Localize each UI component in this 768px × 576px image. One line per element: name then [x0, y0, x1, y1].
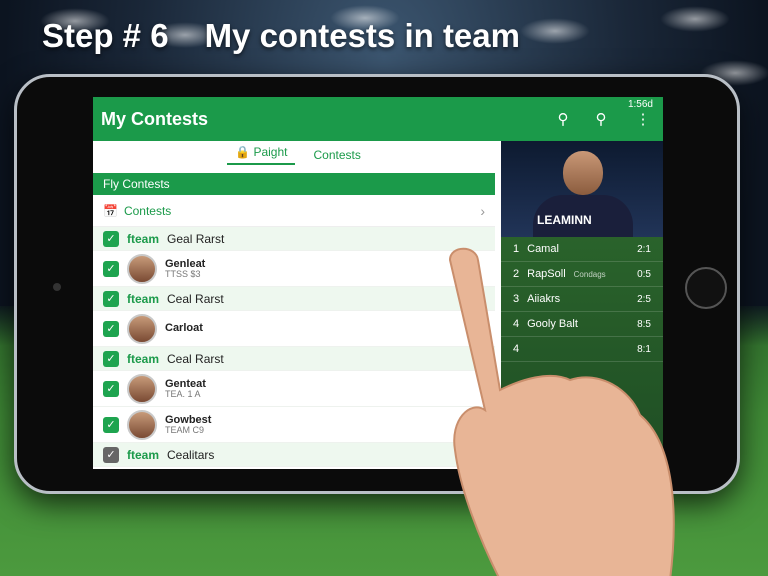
more-vert-icon[interactable]: ⋮: [633, 109, 653, 129]
avatar: [127, 253, 157, 284]
tab-bar: 🔒 Paight Contests: [93, 141, 495, 169]
tab-contests[interactable]: Contests: [313, 148, 360, 162]
contest-group-row[interactable]: ✓ fteam Geal Rarst: [93, 227, 495, 251]
contests-list-header[interactable]: 📅 Contests ›: [93, 195, 495, 227]
player-text: Gowbest TEAM C9: [165, 414, 211, 436]
checkbox[interactable]: ✓: [103, 320, 119, 337]
player-text: Genteat TEA. 1 A: [165, 378, 206, 400]
checkbox[interactable]: ✓: [103, 380, 119, 397]
player-name: Carloat: [165, 322, 203, 335]
chevron-right-icon: ›: [480, 202, 485, 219]
player-row[interactable]: ✓ Genteat TEA. 1 A: [93, 371, 495, 407]
search-icon[interactable]: ⚲: [591, 109, 611, 129]
tab-paight-label: Paight: [253, 145, 288, 159]
headline-title: My contests in team: [204, 17, 520, 54]
player-row[interactable]: ✓ Gowbest TEAM C9: [93, 407, 495, 443]
checkbox[interactable]: ✓: [103, 350, 119, 367]
player-text: Genleat TTSS $3: [165, 258, 205, 280]
section-header: Fly Contests: [93, 173, 495, 195]
checkbox[interactable]: ✓: [103, 290, 119, 307]
avatar: [127, 409, 157, 440]
player-sub: TEA. 1 A: [165, 388, 201, 399]
app-title: My Contests: [101, 109, 209, 129]
list-head-label: Contests: [123, 203, 172, 218]
avatar: [127, 313, 157, 344]
tab-paight[interactable]: 🔒 Paight: [227, 145, 296, 165]
calendar-icon: 📅: [103, 203, 118, 218]
headline: Step # 6 My contests in team: [42, 14, 748, 58]
team-logo: fteam: [127, 291, 160, 306]
team-logo: fteam: [127, 231, 160, 246]
contest-group-row[interactable]: ✓ fteam Ceal Rarst: [93, 287, 495, 311]
group-label: Ceal Rarst: [167, 351, 224, 366]
team-logo: fteam: [127, 447, 160, 462]
checkbox[interactable]: ✓: [103, 260, 119, 277]
hero-head: [563, 151, 603, 195]
player-sub: TTSS $3: [165, 268, 201, 279]
contest-group-row[interactable]: ✓ fteam Ceal Rarst: [93, 347, 495, 371]
hand-pointer: [448, 247, 675, 576]
home-button[interactable]: [685, 267, 727, 309]
player-text: Carloat: [165, 322, 203, 334]
player-name: Gowbest: [165, 413, 212, 426]
group-label: Cealitars: [167, 447, 215, 462]
search-icon[interactable]: ⚲: [553, 109, 573, 129]
lock-icon: 🔒: [235, 145, 251, 159]
camera-icon: [53, 283, 61, 291]
group-label: Geal Rarst: [167, 231, 225, 246]
player-sub: TEAM C9: [165, 424, 205, 435]
avatar: [127, 373, 157, 404]
checkbox[interactable]: ✓: [103, 416, 119, 433]
app-bar: My Contests 1:56d ⚲ ⚲ ⋮: [93, 97, 663, 141]
contest-group-row[interactable]: ✓ fteam Cealitars: [93, 443, 495, 467]
step-label: Step # 6: [42, 17, 169, 54]
team-logo: fteam: [127, 351, 160, 366]
checkbox[interactable]: ✓: [103, 446, 119, 463]
checkbox[interactable]: ✓: [103, 230, 119, 247]
contests-pane: 🔒 Paight Contests Fly Contests 📅 Contest…: [93, 141, 495, 469]
player-name: Genteat: [165, 377, 206, 390]
player-row[interactable]: ✓ Genleat TTSS $3: [93, 251, 495, 287]
player-hero-image: LEAMINN: [501, 141, 663, 237]
player-name: Genleat: [165, 257, 206, 270]
player-row[interactable]: ✓ Carloat: [93, 311, 495, 347]
group-label: Ceal Rarst: [167, 291, 224, 306]
contest-list: ✓ fteam Geal Rarst ✓ Genleat TTSS $3 ✓ fteam Cea…: [93, 227, 495, 467]
hero-label: LEAMINN: [537, 213, 592, 227]
